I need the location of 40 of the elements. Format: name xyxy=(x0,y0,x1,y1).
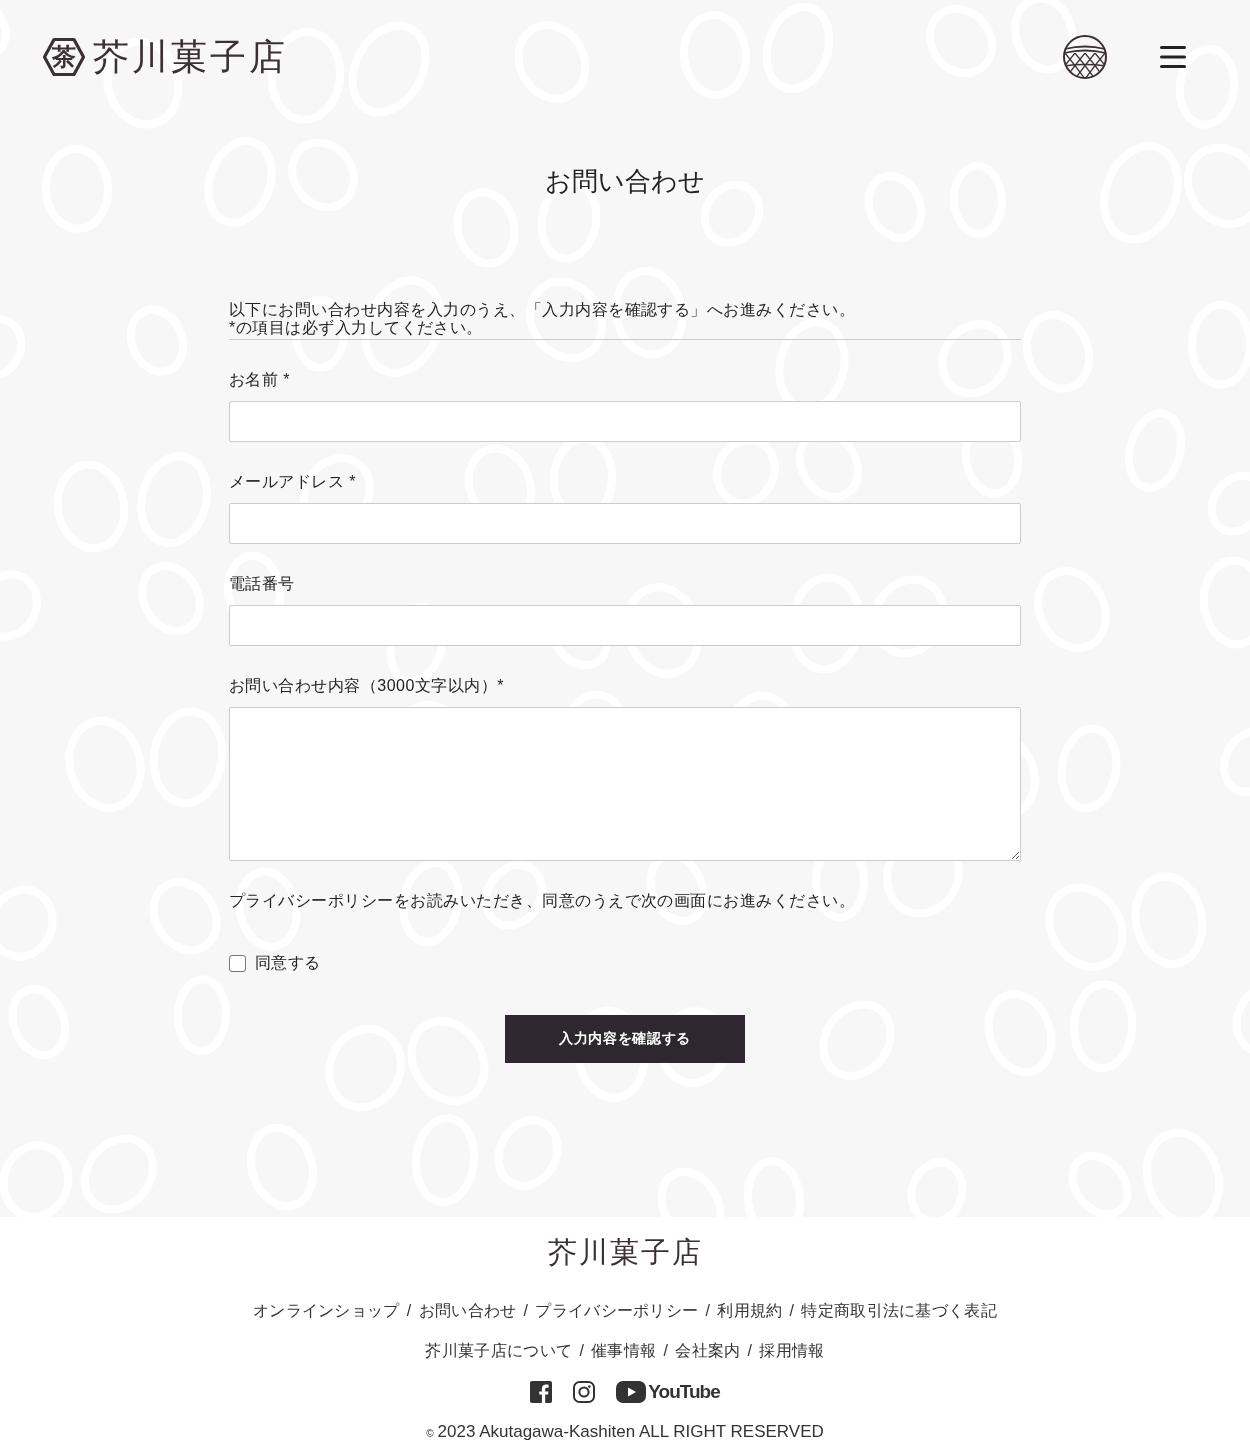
footer-link[interactable]: 採用情報 xyxy=(759,1342,825,1359)
logo-stamp: 茶 xyxy=(42,37,86,77)
footer-link[interactable]: オンラインショップ xyxy=(252,1302,400,1319)
text-input[interactable] xyxy=(229,605,1021,646)
footer-link[interactable]: お問い合わせ xyxy=(418,1302,517,1319)
field-label: お問い合わせ内容（3000文字以内）* xyxy=(229,676,505,696)
footer-link[interactable]: 利用規約 xyxy=(717,1302,783,1319)
footer-link[interactable]: プライバシーポリシー xyxy=(535,1302,699,1319)
intro-text: 以下にお問い合わせ内容を入力のうえ、「入力内容を確認する」へお進みください。 xyxy=(229,301,857,319)
footer-link[interactable]: 会社案内 xyxy=(675,1342,741,1359)
link-separator: / xyxy=(523,1302,529,1319)
link-separator: / xyxy=(579,1342,585,1359)
facebook-icon[interactable] xyxy=(530,1381,553,1403)
youtube-link[interactable]: YouTube xyxy=(616,1381,720,1403)
text-input[interactable] xyxy=(229,401,1021,442)
copyright-symbol: © xyxy=(426,1428,434,1439)
footer-link[interactable]: 芥川菓子店について xyxy=(425,1342,573,1359)
link-separator: / xyxy=(747,1342,753,1359)
page-title: お問い合わせ xyxy=(544,165,706,198)
menu-icon[interactable] xyxy=(1160,46,1186,68)
footer-logo[interactable]: 芥川菓子店 xyxy=(547,1234,703,1270)
field-label: メールアドレス * xyxy=(229,472,357,492)
play-icon xyxy=(616,1381,647,1403)
footer-link[interactable]: 催事情報 xyxy=(591,1342,657,1359)
footer-link[interactable]: 特定商取引法に基づく表記 xyxy=(801,1302,998,1319)
instagram-icon[interactable] xyxy=(573,1381,596,1403)
link-separator: / xyxy=(705,1302,711,1319)
link-separator: / xyxy=(663,1342,669,1359)
copyright-text: 2023 Akutagawa-Kashiten ALL RIGHT RESERVED xyxy=(437,1422,824,1441)
privacy-note: プライバシーポリシーをお読みいただき、同意のうえで次の画面にお進みください。 xyxy=(229,891,857,911)
basket-icon[interactable] xyxy=(1062,35,1108,79)
logo-text[interactable]: 芥川菓子店 xyxy=(93,35,288,79)
confirm-button[interactable]: 入力内容を確認する xyxy=(505,1015,745,1063)
required-note: *の項目は必ず入力してください。 xyxy=(229,319,484,337)
field-label: 電話番号 xyxy=(229,574,296,594)
text-input[interactable] xyxy=(229,503,1021,544)
consent-label[interactable]: 同意する xyxy=(255,951,321,975)
link-separator: / xyxy=(406,1302,412,1319)
field-label: お名前 * xyxy=(229,370,292,390)
link-separator: / xyxy=(789,1302,795,1319)
